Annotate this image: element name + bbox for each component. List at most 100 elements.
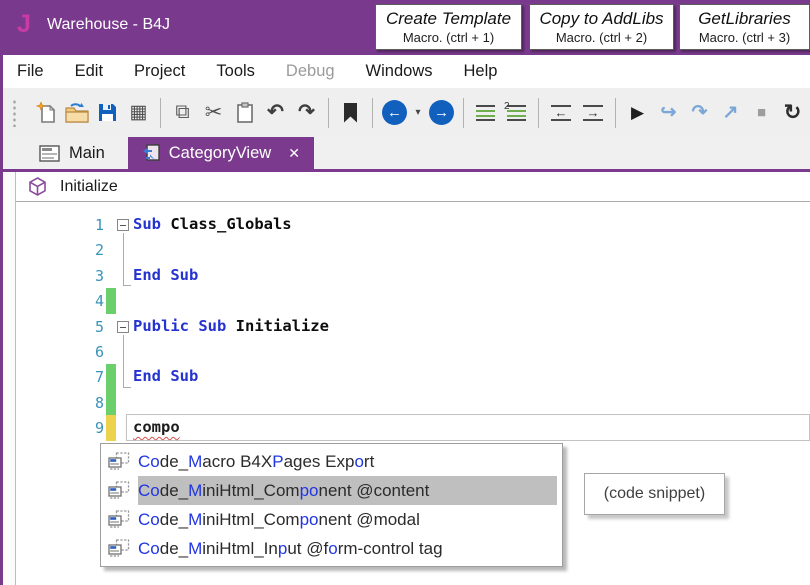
autocomplete-item[interactable]: Co de_ MiniHtml_Com po nent @modal <box>101 505 562 534</box>
snippet-tooltip: (code snippet) <box>584 473 725 515</box>
line-number: 3 <box>94 267 104 285</box>
autocomplete-item-selected[interactable]: Co de_ MiniHtml_Com po nent @content <box>101 476 562 505</box>
fold-collapse-icon[interactable] <box>117 219 129 231</box>
line-number: 9 <box>94 419 104 437</box>
autocomplete-item[interactable]: Co de_ Macro B4X Pages Exp o rt <box>101 447 562 476</box>
stop-icon[interactable]: ■ <box>746 88 777 137</box>
macro-button-subtitle: Macro. (ctrl + 2) <box>555 30 648 45</box>
redo-icon[interactable]: ↷ <box>291 88 322 137</box>
menu-debug: Debug <box>285 62 335 80</box>
line-number: 8 <box>94 394 104 412</box>
menu-edit[interactable]: Edit <box>75 62 103 81</box>
toolbar-separator <box>538 97 539 128</box>
identifier: Class_Globals <box>170 215 292 233</box>
bookmark-icon[interactable] <box>344 102 357 123</box>
step-into-icon[interactable]: ↪ <box>653 88 684 137</box>
toolbar-separator <box>328 97 329 128</box>
macro-button-getlibraries[interactable]: GetLibraries Macro. (ctrl + 3) <box>679 4 810 50</box>
macro-button-create-template[interactable]: Create Template Macro. (ctrl + 1) <box>375 4 522 50</box>
changed-line-bar <box>106 390 116 415</box>
current-sub-label: Initialize <box>60 177 118 195</box>
modified-line-bar <box>106 415 116 441</box>
comment-icon[interactable] <box>476 104 495 121</box>
indent-icon[interactable]: → <box>583 104 603 121</box>
autocomplete-item-label: Co de_ MiniHtml_In p ut @f o rm-control tag <box>138 538 443 558</box>
fold-collapse-icon[interactable] <box>117 321 129 333</box>
identifier: Initialize <box>235 317 329 335</box>
autocomplete-popup: Co de_ Macro B4X Pages Exp o rt Co de_ MiniHtml… <box>100 443 563 567</box>
new-file-icon[interactable] <box>30 101 61 124</box>
undo-icon[interactable]: ↶ <box>260 88 291 137</box>
changed-line-bar <box>106 288 116 314</box>
menu-windows[interactable]: Windows <box>366 62 433 81</box>
autocomplete-item[interactable]: Co de_ MiniHtml_In p ut @f o rm-control tag <box>101 534 562 563</box>
form-module-icon <box>39 144 60 162</box>
copy-icon[interactable]: ⧉ <box>167 88 198 137</box>
keyword: End Sub <box>133 266 199 284</box>
cut-icon[interactable]: ✂ <box>198 88 229 137</box>
keyword: Public Sub <box>133 317 236 335</box>
code-line: End Sub <box>133 367 198 385</box>
open-project-icon[interactable] <box>61 102 92 123</box>
line-number: 5 <box>94 318 104 336</box>
tab-label: CategoryView <box>168 143 272 162</box>
macro-button-copy-to-addlibs[interactable]: Copy to AddLibs Macro. (ctrl + 2) <box>529 4 674 50</box>
b4j-logo-icon: J <box>17 10 31 38</box>
code-snippet-icon <box>108 480 130 501</box>
toolbar: ▦ ⧉ ✂ ↶ ↷ ← ▾ → 2 ← → ▶ ↪ ↷ ↗ ■ ↻ <box>3 88 810 137</box>
fold-guide-line <box>123 233 131 286</box>
macro-button-title: Copy to AddLibs <box>539 9 664 28</box>
paste-icon[interactable] <box>229 101 260 124</box>
changed-line-bar <box>106 364 116 390</box>
outdent-icon[interactable]: ← <box>551 104 571 121</box>
close-tab-icon[interactable]: ✕ <box>288 145 300 162</box>
title-bar: J Warehouse - B4J Create Template Macro.… <box>0 0 810 55</box>
code-snippet-icon <box>108 509 130 530</box>
snippet-tooltip-text: (code snippet) <box>603 485 706 502</box>
tab-main[interactable]: Main <box>25 137 119 169</box>
code-line: compo <box>133 418 180 436</box>
macro-button-title: GetLibraries <box>698 9 791 28</box>
autocomplete-item-label: Co de_ Macro B4X Pages Exp o rt <box>138 451 375 471</box>
menu-help[interactable]: Help <box>463 62 497 81</box>
line-number: 2 <box>94 241 104 259</box>
line-number: 1 <box>94 216 104 234</box>
sub-cube-icon <box>28 177 47 196</box>
toolbar-separator <box>372 97 373 128</box>
class-module-icon <box>142 143 160 163</box>
autocomplete-item-label: Co de_ MiniHtml_Com po nent @modal <box>138 509 420 529</box>
sub-navigator-bar[interactable]: Initialize <box>16 172 810 202</box>
menu-tools[interactable]: Tools <box>216 62 255 81</box>
menu-bar: File Edit Project Tools Debug Windows He… <box>3 55 810 88</box>
toolbar-grip-handle[interactable] <box>12 98 17 127</box>
toolbar-separator <box>463 97 464 128</box>
export-icon[interactable]: ▦ <box>123 88 154 137</box>
macro-button-subtitle: Macro. (ctrl + 1) <box>402 30 495 45</box>
menu-file[interactable]: File <box>17 62 44 81</box>
navigate-back-dropdown-icon[interactable]: ▾ <box>410 88 426 137</box>
save-icon[interactable] <box>92 102 123 123</box>
code-snippet-icon <box>108 538 130 559</box>
code-line: End Sub <box>133 266 198 284</box>
tab-strip: Main CategoryView ✕ <box>3 137 810 172</box>
menu-project[interactable]: Project <box>134 62 185 81</box>
toolbar-separator <box>615 97 616 128</box>
collapsed-side-panel[interactable] <box>3 172 16 585</box>
tab-categoryview[interactable]: CategoryView ✕ <box>127 137 314 169</box>
fold-guide-line <box>123 335 131 388</box>
tab-label: Main <box>69 143 105 162</box>
run-icon[interactable]: ▶ <box>622 88 653 137</box>
navigate-forward-icon[interactable]: → <box>429 100 454 125</box>
navigate-back-icon[interactable]: ← <box>382 100 407 125</box>
step-over-icon[interactable]: ↷ <box>684 88 715 137</box>
restart-icon[interactable]: ↻ <box>777 88 808 137</box>
keyword: Sub <box>133 215 171 233</box>
step-out-icon[interactable]: ↗ <box>715 88 746 137</box>
outdent-arrow: ← <box>554 104 568 120</box>
code-line: Public Sub Initialize <box>133 317 329 335</box>
uncomment-icon[interactable]: 2 <box>504 101 526 121</box>
typed-text-with-error: compo <box>133 418 180 436</box>
uncomment-badge: 2 <box>504 100 510 112</box>
line-number: 4 <box>94 292 104 310</box>
toolbar-separator <box>160 97 161 128</box>
